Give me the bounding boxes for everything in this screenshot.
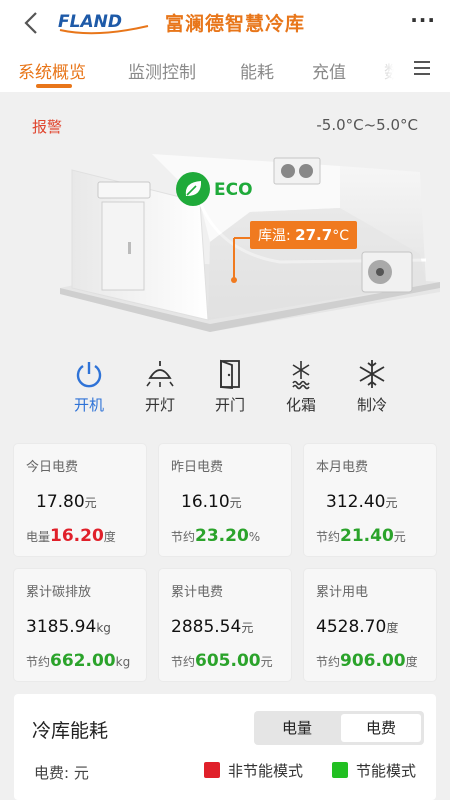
card-title: 累计用电 bbox=[316, 585, 369, 600]
power-on-button[interactable]: 开机 bbox=[61, 352, 117, 415]
chart-unit-label: 电费: 元 bbox=[34, 764, 89, 782]
tab-monitor-control[interactable]: 监测控制 bbox=[128, 58, 196, 83]
stat-card-total-cost[interactable]: 累计电费 2885.54元 节约605.00元 bbox=[159, 569, 291, 681]
stat-card-total-usage[interactable]: 累计用电 4528.70度 节约906.00度 bbox=[304, 569, 436, 681]
defrost-label: 化霜 bbox=[285, 396, 316, 414]
tab-recharge[interactable]: 充值 bbox=[312, 58, 346, 83]
metric-toggle: 电量 电费 bbox=[254, 711, 424, 745]
power-icon bbox=[76, 362, 102, 388]
toggle-electricity[interactable]: 电量 bbox=[257, 714, 337, 742]
card-title: 累计电费 bbox=[171, 585, 224, 600]
light-button[interactable]: 开灯 bbox=[132, 352, 188, 415]
stat-card-yesterday-cost[interactable]: 昨日电费 16.10元 节约23.20% bbox=[159, 444, 291, 556]
toggle-cost[interactable]: 电费 bbox=[341, 714, 421, 742]
card-value: 3185.94kg bbox=[26, 617, 111, 637]
active-tab-indicator bbox=[36, 84, 72, 88]
svg-text:FLAND: FLAND bbox=[58, 12, 122, 32]
legend-saving: 节能模式 bbox=[332, 760, 416, 781]
menu-icon[interactable] bbox=[414, 61, 430, 75]
page-title: 富澜德智慧冷库 bbox=[165, 13, 306, 35]
energy-section-title: 冷库能耗 bbox=[32, 720, 109, 742]
power-label: 开机 bbox=[73, 396, 104, 414]
temperature-range: -5.0°C~5.0°C bbox=[316, 116, 418, 134]
card-title: 本月电费 bbox=[316, 460, 369, 475]
temperature-tag-label: 库温: bbox=[258, 228, 291, 244]
room-temperature-value: 27.7 bbox=[295, 226, 333, 244]
energy-consumption-panel: 冷库能耗 电量 电费 电费: 元 非节能模式 节能模式 bbox=[14, 694, 436, 800]
tab-bar: 系统概览 监测控制 能耗 充值 数 bbox=[0, 46, 450, 92]
card-subvalue: 节约662.00kg bbox=[26, 651, 131, 671]
card-value: 312.40元 bbox=[326, 492, 398, 512]
door-icon bbox=[220, 359, 240, 389]
back-arrow-icon[interactable] bbox=[20, 10, 46, 36]
cold-room-overview: 报警 -5.0°C~5.0°C ECO 库温: 27.7°C bbox=[0, 92, 450, 348]
snowflake-icon bbox=[359, 360, 385, 388]
tab-fade bbox=[366, 46, 406, 92]
tab-energy[interactable]: 能耗 bbox=[240, 58, 274, 83]
alarm-label[interactable]: 报警 bbox=[32, 116, 62, 137]
cooling-label: 制冷 bbox=[356, 396, 387, 414]
light-label: 开灯 bbox=[144, 396, 175, 414]
card-title: 昨日电费 bbox=[171, 460, 224, 475]
card-value: 2885.54元 bbox=[171, 617, 254, 637]
defrost-button[interactable]: 化霜 bbox=[273, 352, 329, 415]
door-button[interactable]: 开门 bbox=[202, 352, 258, 415]
legend-swatch-green bbox=[332, 762, 348, 778]
room-temperature-tag: 库温: 27.7°C bbox=[250, 221, 357, 249]
control-buttons: 开机 开灯 开门 化霜 制冷 bbox=[0, 352, 450, 424]
card-value: 4528.70度 bbox=[316, 617, 399, 637]
card-title: 今日电费 bbox=[26, 460, 79, 475]
eco-label: ECO bbox=[214, 180, 253, 200]
card-value: 17.80元 bbox=[36, 492, 97, 512]
lamp-icon bbox=[146, 361, 174, 387]
door-label: 开门 bbox=[214, 396, 245, 414]
legend-non-saving: 非节能模式 bbox=[204, 760, 303, 781]
cooling-button[interactable]: 制冷 bbox=[344, 352, 400, 415]
cold-room-illustration bbox=[60, 154, 440, 332]
tab-overview[interactable]: 系统概览 bbox=[18, 58, 86, 83]
stat-card-month-cost[interactable]: 本月电费 312.40元 节约21.40元 bbox=[304, 444, 436, 556]
card-subvalue: 节约21.40元 bbox=[316, 526, 406, 546]
card-subvalue: 电量16.20度 bbox=[26, 526, 116, 546]
app-header: FLAND 富澜德智慧冷库 ··· bbox=[0, 0, 450, 46]
card-subvalue: 节约906.00度 bbox=[316, 651, 418, 671]
legend-swatch-red bbox=[204, 762, 220, 778]
stat-card-carbon-emission[interactable]: 累计碳排放 3185.94kg 节约662.00kg bbox=[14, 569, 146, 681]
card-subvalue: 节约23.20% bbox=[171, 526, 261, 546]
card-value: 16.10元 bbox=[181, 492, 242, 512]
temperature-unit: °C bbox=[332, 228, 349, 244]
eco-leaf-icon bbox=[176, 172, 210, 206]
more-options-icon[interactable]: ··· bbox=[410, 8, 436, 32]
defrost-icon bbox=[292, 361, 310, 390]
card-title: 累计碳排放 bbox=[26, 585, 92, 600]
stat-card-today-cost[interactable]: 今日电费 17.80元 电量16.20度 bbox=[14, 444, 146, 556]
card-subvalue: 节约605.00元 bbox=[171, 651, 273, 671]
fland-logo: FLAND bbox=[58, 12, 149, 35]
